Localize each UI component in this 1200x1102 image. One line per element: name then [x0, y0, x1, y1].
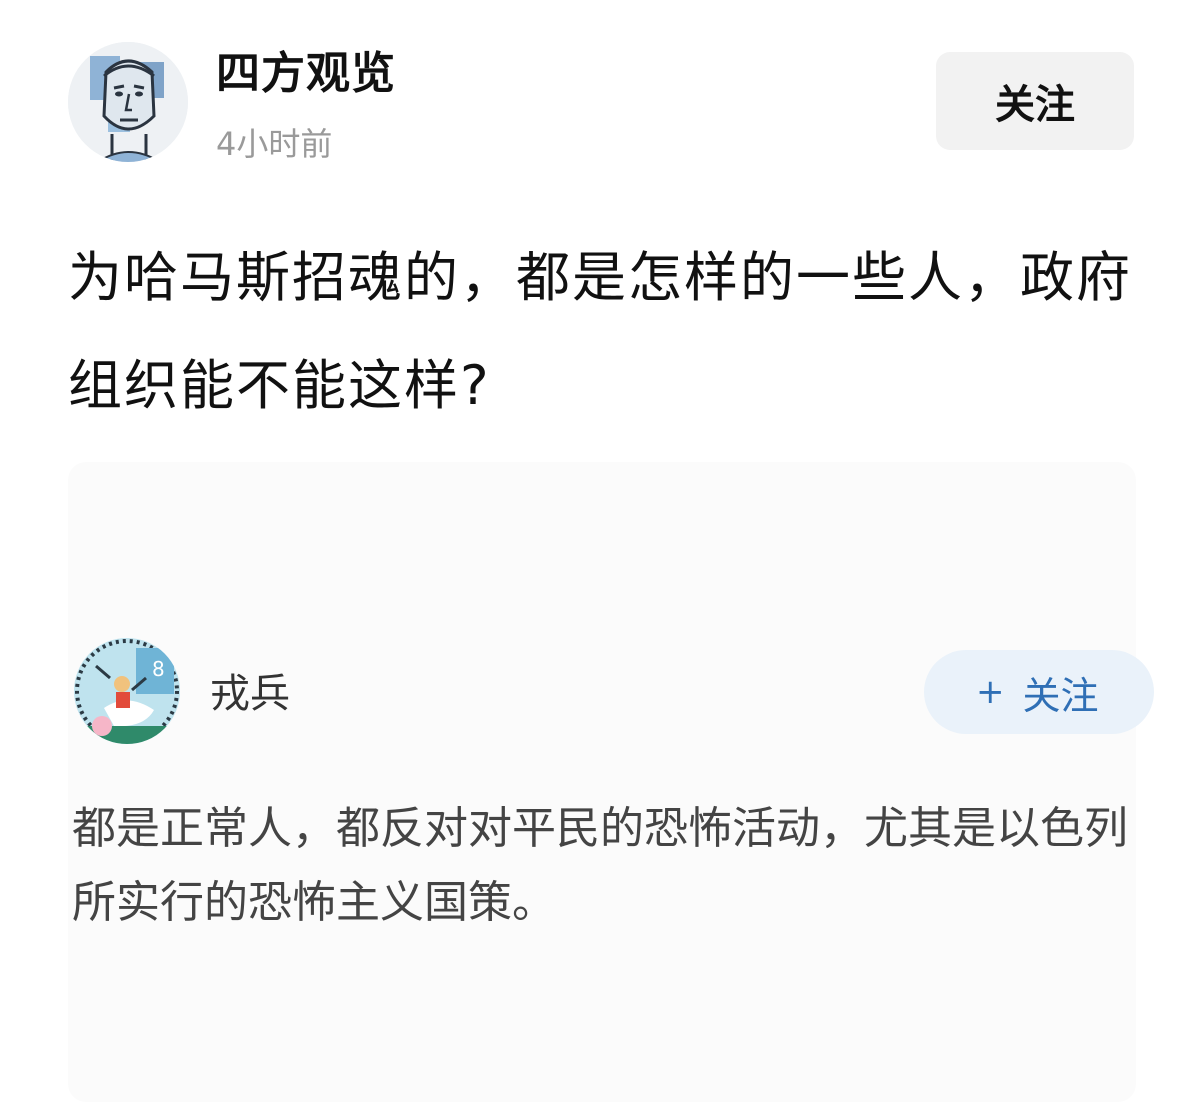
answerer-avatar[interactable]: 8 [74, 638, 180, 744]
author-name[interactable]: 四方观览 [216, 44, 396, 104]
author-avatar[interactable] [68, 42, 188, 162]
answer-text[interactable]: 都是正常人，都反对对平民的恐怖活动，尤其是以色列所实行的恐怖主义国策。 [72, 792, 1138, 940]
answerer-name[interactable]: 戎兵 [210, 668, 290, 720]
face-illustration-icon [68, 42, 188, 162]
answerer-follow-label: 关注 [1022, 673, 1099, 718]
post-timestamp: 4小时前 [216, 125, 333, 163]
plus-icon: + [976, 672, 1005, 712]
answerer-follow-button[interactable]: + 关注 [924, 650, 1154, 734]
post-title[interactable]: 为哈马斯招魂的，都是怎样的一些人，政府组织能不能这样? [68, 224, 1138, 440]
follow-button[interactable]: 关注 [936, 52, 1134, 150]
answer-card[interactable]: 8 戎兵 + 关注 都是正常人，都反对对平民的恐怖活动，尤其是以色列所实行的恐怖… [68, 462, 1154, 1102]
svg-text:8: 8 [152, 657, 165, 681]
stamp-illustration-icon: 8 [74, 638, 180, 744]
